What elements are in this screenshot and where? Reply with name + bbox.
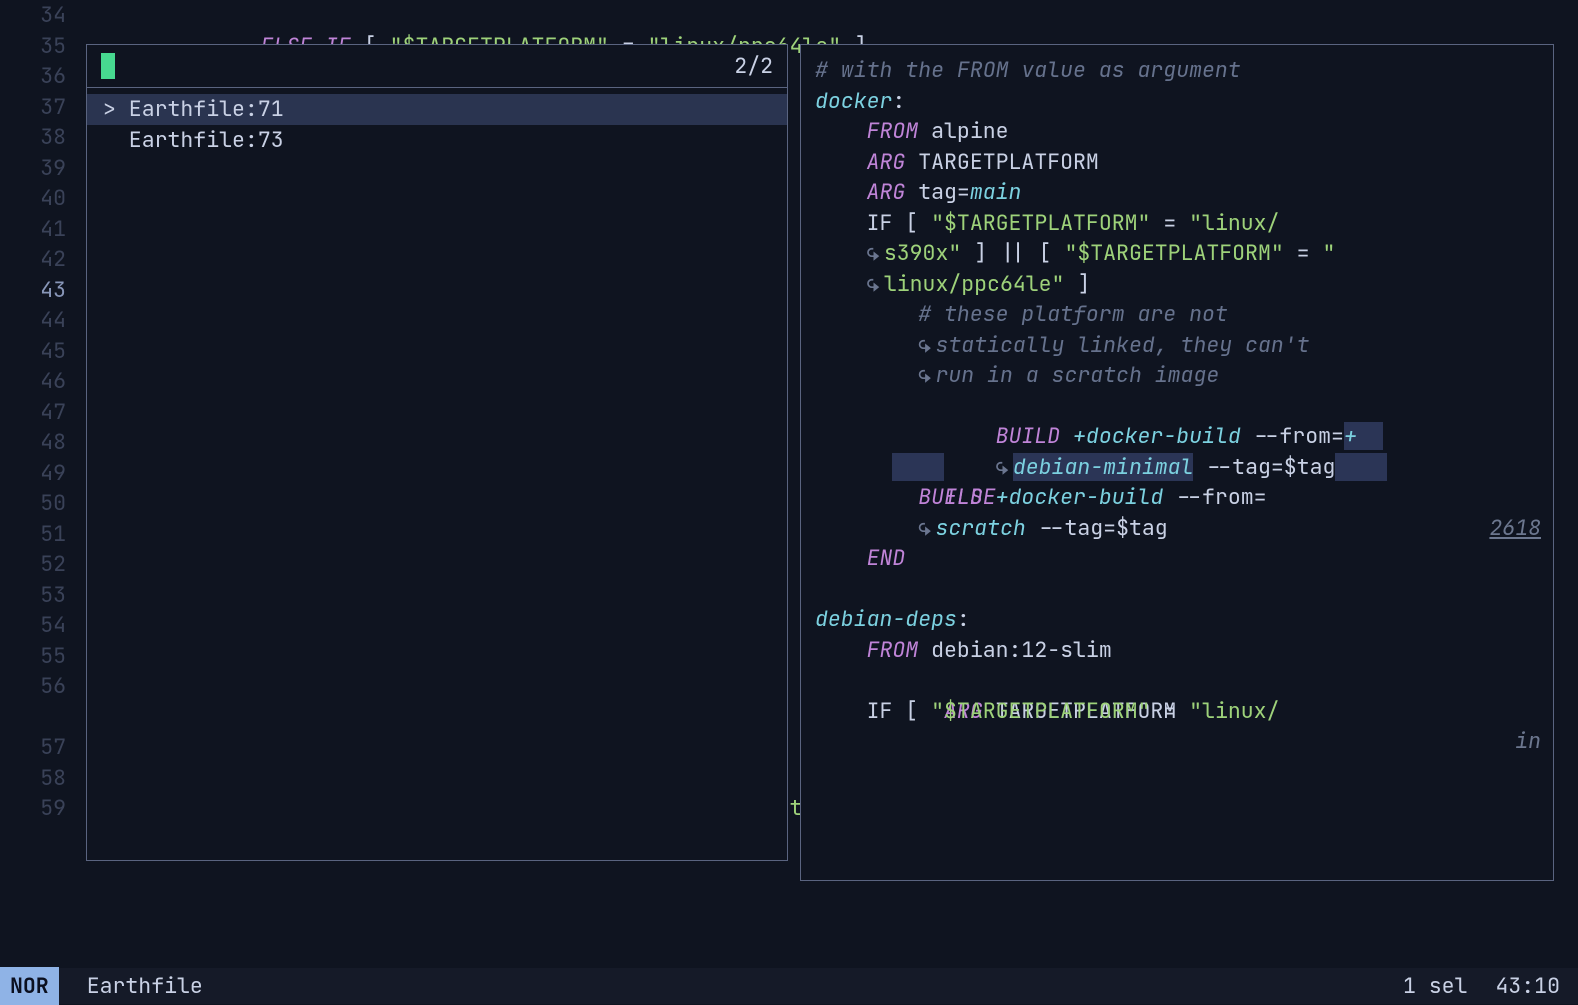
line-number: 48 (0, 427, 80, 458)
line-number: 58 (0, 763, 80, 794)
line-number: 42 (0, 244, 80, 275)
line-number: 35 (0, 31, 80, 62)
line-number: 47 (0, 397, 80, 428)
line-number: 57 (0, 732, 80, 763)
wrap-icon: ↪ (918, 361, 935, 389)
picker-search[interactable]: 2/2 (87, 45, 787, 88)
line-number: 37 (0, 92, 80, 123)
picker-panel[interactable]: 2/2 > Earthfile:71 Earthfile:73 (86, 44, 788, 861)
line-number: 52 (0, 549, 80, 580)
status-cursor-position: 43:10 (1495, 971, 1560, 1002)
line-number: 54 (0, 610, 80, 641)
target-docker: docker (815, 87, 892, 115)
line-number: 44 (0, 305, 80, 336)
line-number: 34 (0, 0, 80, 31)
line-number: 49 (0, 458, 80, 489)
line-number: 46 (0, 366, 80, 397)
line-number: 40 (0, 183, 80, 214)
line-number-gutter: 3435363738394041424344454647484950515253… (0, 0, 80, 968)
line-number: 55 (0, 641, 80, 672)
line-number: 50 (0, 488, 80, 519)
line-number (0, 702, 80, 733)
wrap-icon: ↪ (918, 331, 935, 359)
picker-result[interactable]: Earthfile:73 (87, 125, 787, 156)
line-number: 59 (0, 793, 80, 824)
wrap-icon: ↪ (867, 239, 884, 267)
line-number: 56 (0, 671, 80, 702)
comment: # with the FROM value as argument (815, 56, 1241, 84)
line-number: 53 (0, 580, 80, 611)
line-number: 51 (0, 519, 80, 550)
line-number: 43 (0, 275, 80, 306)
line-number: 38 (0, 122, 80, 153)
status-selection-count: 1 sel (1403, 971, 1468, 1002)
line-number: 45 (0, 336, 80, 367)
status-file-name: Earthfile (87, 971, 203, 1002)
picker-result[interactable]: > Earthfile:71 (87, 94, 787, 125)
picker-results[interactable]: > Earthfile:71 Earthfile:73 (87, 88, 787, 155)
inlay-hint: in (1515, 726, 1541, 757)
preview-panel: # with the FROM value as argument docker… (800, 44, 1554, 881)
wrap-icon: ↪ (918, 514, 935, 542)
code-line[interactable]: ELSE IF [ "$TARGETPLATFORM" = "linux/ppc… (80, 0, 1578, 31)
editor-viewport: 3435363738394041424344454647484950515253… (0, 0, 1578, 1004)
line-number: 41 (0, 214, 80, 245)
status-line: NOR Earthfile 1 sel 43:10 (0, 968, 1578, 1004)
picker-match-count: 2/2 (734, 51, 773, 82)
line-number: 36 (0, 61, 80, 92)
text-cursor (101, 53, 115, 79)
target-debian-deps: debian-deps (815, 605, 957, 633)
editor-mode: NOR (0, 967, 59, 1005)
wrap-icon: ↪ (867, 270, 884, 298)
line-number: 39 (0, 153, 80, 184)
